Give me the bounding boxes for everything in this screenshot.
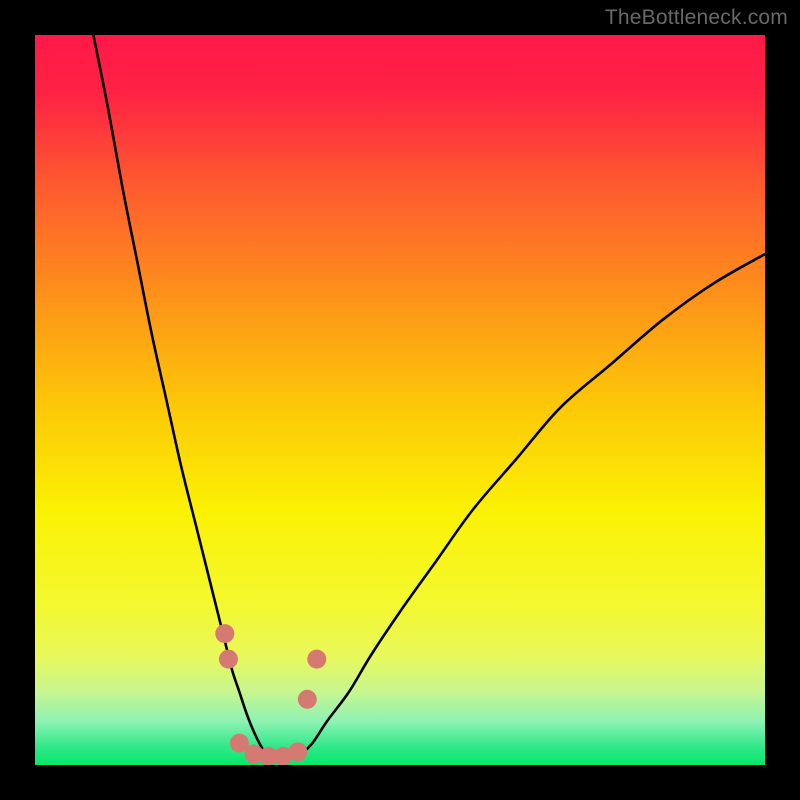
- right-curve: [298, 254, 765, 758]
- left-curve: [93, 35, 268, 758]
- curve-layer: [35, 35, 765, 765]
- trough-markers: [215, 624, 326, 765]
- outer-frame: TheBottleneck.com: [0, 0, 800, 800]
- watermark-text: TheBottleneck.com: [605, 6, 788, 30]
- plot-area: [35, 35, 765, 765]
